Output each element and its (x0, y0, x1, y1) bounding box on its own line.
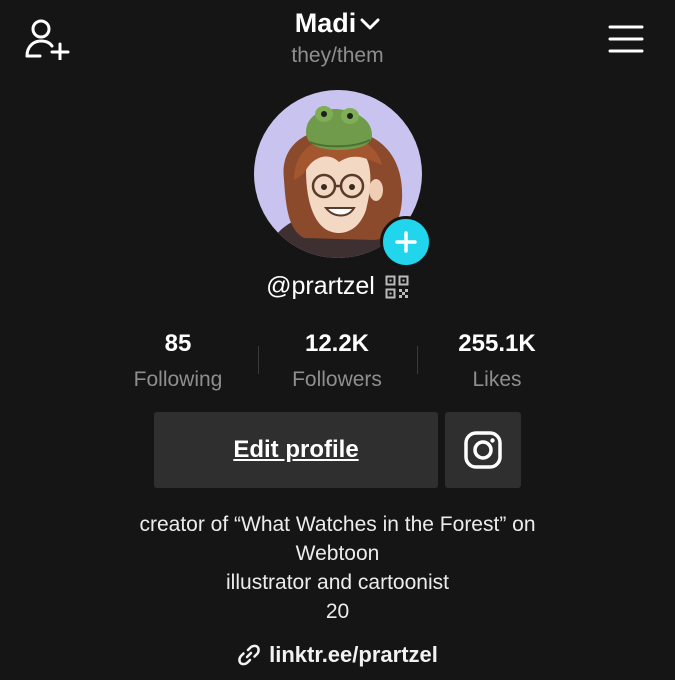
handle-row: @prartzel (0, 272, 675, 301)
account-switcher[interactable]: Madi (295, 8, 381, 39)
bio-line: 20 (325, 600, 350, 623)
likes-count: 255.1K (458, 330, 536, 357)
followers-label: Followers (292, 368, 382, 391)
bio-link-row: linktr.ee/prartzel (0, 642, 675, 672)
bio-link[interactable]: linktr.ee/prartzel (237, 642, 438, 668)
username-title: Madi (294, 8, 357, 38)
bio-line: creator of “What Watches in the Forest” … (139, 513, 536, 536)
stats-row: 85 Following 12.2K Followers 255.1K Like… (0, 330, 675, 400)
menu-button[interactable] (608, 24, 644, 54)
chevron-down-icon (360, 18, 380, 29)
bio-line: illustrator and cartoonist (226, 571, 449, 594)
followers-count: 12.2K (304, 330, 370, 357)
bio: creator of “What Watches in the Forest” … (0, 510, 675, 626)
bio-line: Webtoon (295, 542, 380, 565)
plus-icon (395, 231, 417, 253)
following-label: Following (133, 368, 223, 391)
stat-following[interactable]: 85 Following (98, 330, 258, 392)
instagram-button[interactable] (445, 412, 521, 488)
hamburger-menu-icon (608, 25, 644, 53)
title-bar: Madi (0, 8, 675, 39)
edit-profile-button[interactable]: Edit profile (154, 412, 438, 488)
following-count: 85 (164, 330, 192, 357)
link-icon (238, 644, 260, 666)
profile-handle: @prartzel (266, 272, 375, 300)
pronouns: they/them (291, 44, 384, 67)
qr-code-icon[interactable] (385, 275, 409, 299)
stat-followers[interactable]: 12.2K Followers (257, 330, 417, 392)
instagram-icon (464, 431, 502, 469)
likes-label: Likes (472, 368, 522, 391)
add-avatar-button[interactable] (380, 216, 432, 268)
stat-likes[interactable]: 255.1K Likes (417, 330, 577, 392)
bio-link-text: linktr.ee/prartzel (269, 642, 438, 667)
